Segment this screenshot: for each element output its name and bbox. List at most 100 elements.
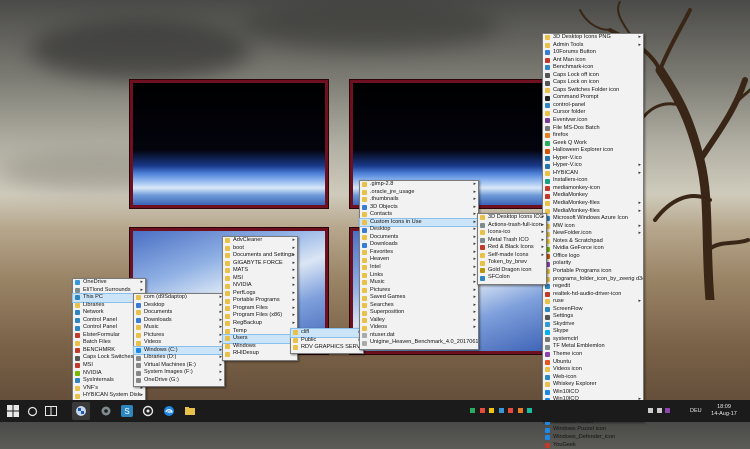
custom-icons-item[interactable]: realtek-hd-audio-driver-icon [543,291,643,299]
custom-icons-item[interactable]: Web-icon [543,374,643,382]
start-button[interactable] [5,403,21,419]
tray-icon-2[interactable] [479,408,485,413]
this-pc-item[interactable]: Desktop ▸ [134,302,224,310]
pinned-app-gear-icon[interactable] [98,403,114,419]
pinned-app-edge-icon[interactable] [161,403,177,419]
custom-icons-item[interactable]: regedit [543,283,643,291]
icons-in-use-item[interactable]: Token_by_brwv [478,259,546,267]
user-profile-item[interactable]: Intel ▸ [360,264,478,272]
custom-icons-item[interactable]: 3D Desktop Icons PNG ▸ [543,34,643,42]
custom-icons-item[interactable]: ruse ▸ [543,298,643,306]
custom-icons-item[interactable]: Halloween Explorer icon [543,147,643,155]
icons-in-use-item[interactable]: Icons-ico ▸ [478,229,546,237]
this-pc-item[interactable]: Virtual Machines (E:) ▸ [134,362,224,370]
custom-icons-item[interactable]: systemctrl [543,336,643,344]
custom-icons-item[interactable]: Hyper-V.ico [543,155,643,163]
clock[interactable]: 18:09 14-Aug-17 [706,404,742,418]
custom-icons-item[interactable]: Installers-icon [543,177,643,185]
this-pc-item[interactable]: Windows (C:) ▸ [133,345,225,356]
user-profile-item[interactable]: Heaven ▸ [360,256,478,264]
this-pc-item[interactable]: Videos ▸ [134,339,224,347]
user-profile-item[interactable]: .thumbnails ▸ [360,196,478,204]
custom-icons-item[interactable]: TF Metal Emblemlon [543,343,643,351]
task-view-icon[interactable] [43,403,59,419]
custom-icons-item[interactable]: 10Forums Button [543,49,643,57]
custom-icons-item[interactable]: Notes & Scratchpad [543,238,643,246]
c-drive-item[interactable]: Users▸ [222,334,298,344]
user-profile-item[interactable]: Pictures ▸ [360,287,478,295]
custom-icons-item[interactable]: ScreenFlow [543,306,643,314]
c-drive-item[interactable]: MSI ▸ [223,275,297,283]
custom-icons-item[interactable]: Theme icon [543,351,643,359]
user-profile-item[interactable]: .oracle_jre_usage ▸ [360,189,478,197]
user-profile-item[interactable]: Superposition ▸ [360,309,478,317]
custom-icons-item[interactable]: mediamonkey-icon [543,185,643,193]
custom-icons-item[interactable]: Skydrive [543,321,643,329]
volume-icon[interactable] [656,408,662,413]
tray-icon-3[interactable] [489,408,495,413]
custom-icons-item[interactable]: Ubuntu [543,359,643,367]
input-language[interactable]: DEU [690,408,702,414]
this-pc-item[interactable]: Downloads ▸ [134,317,224,325]
custom-icons-item[interactable]: Benchmark-icon [543,64,643,72]
c-drive-item[interactable]: Program Files ▸ [223,305,297,313]
tray-icon-7[interactable] [527,408,533,413]
custom-icons-item[interactable]: control-panel [543,102,643,110]
icons-in-use-item[interactable]: 3D Desktop Icons ICO ▸ [478,214,546,222]
custom-icons-item[interactable]: Caps Lock off icon [543,72,643,80]
this-pc-item[interactable]: Libraries (D:) ▸ [134,354,224,362]
custom-icons-item[interactable]: Settings [543,313,643,321]
icons-in-use-item[interactable]: Metal Trash ICO ▸ [478,237,546,245]
custom-icons-item[interactable]: Skype [543,328,643,336]
this-pc-item[interactable]: Pictures ▸ [134,332,224,340]
icons-in-use-item[interactable]: Self-made Icons ▸ [478,252,546,260]
custom-icons-item[interactable]: programs_folder_icon_by_zeerig d3e9sdj [543,276,643,284]
custom-icons-item[interactable]: MW icon ▸ [543,223,643,231]
users-item[interactable]: clifl▸ [290,328,364,338]
user-profile-item[interactable]: Documents ▸ [360,234,478,242]
custom-icons-item[interactable]: Win10ICO [543,389,643,397]
custom-icons-item[interactable]: Nvidia GeForce icon [543,245,643,253]
custom-icons-item[interactable]: Microsoft Windows Azure Icon [543,215,643,223]
user-profile-item[interactable]: Custom Icons in Use ▸ [359,217,479,228]
user-profile-item[interactable]: Downloads ▸ [360,241,478,249]
icons-in-use-item[interactable]: Gold Dragon icon [478,267,546,275]
c-drive-item[interactable]: Temp▸ [223,328,297,336]
user-profile-item[interactable]: Links ▸ [360,272,478,280]
user-profile-item[interactable]: Videos ▸ [360,324,478,332]
c-drive-item[interactable]: PerfLogs ▸ [223,290,297,298]
custom-icons-item[interactable]: Portable Programs icon [543,268,643,276]
custom-icons-item[interactable]: MediaMonkey [543,192,643,200]
tray-icon-6[interactable] [517,408,523,413]
custom-icons-item[interactable]: NewFolder.icon ▸ [543,230,643,238]
c-drive-item[interactable]: Program Files (x86) ▸ [223,312,297,320]
users-item[interactable]: Public▸ [291,337,363,345]
custom-icons-item[interactable]: Ant Man icon [543,57,643,65]
custom-icons-item[interactable]: Office logo [543,253,643,261]
user-profile-item[interactable]: Saved Games ▸ [360,294,478,302]
tray-extra-icon[interactable] [665,408,671,413]
this-pc-item[interactable]: com (d9Sdaptop) ▸ [134,294,224,302]
pinned-app-skype-icon[interactable]: S [119,403,135,419]
c-drive-item[interactable]: boot ▸ [223,245,297,253]
users-item[interactable]: RDV GRAPHICS SERVICE [291,344,363,352]
icons-in-use-item[interactable]: Red & Black Icons ▸ [478,244,546,252]
tray-icon-1[interactable] [470,408,475,413]
custom-icons-item[interactable]: Caps Lock on icon [543,79,643,87]
tray-icon-4[interactable] [498,408,504,413]
custom-icons-item[interactable]: Admin Tools ▸ [543,42,643,50]
start-menu-item[interactable]: HYBICAN System Disk ▸ [73,392,145,400]
user-profile-item[interactable]: Unigine_Heaven_Benchmark_4.0_20170617_14… [360,339,478,347]
c-drive-item[interactable]: RHIDesup▸ [223,350,297,358]
custom-icons-item[interactable]: firefox [543,132,643,140]
c-drive-item[interactable]: AdvCleaner ▸ [223,237,297,245]
custom-icons-item[interactable]: Command Prompt [543,94,643,102]
custom-icons-item[interactable]: MediaMonkey-files ▸ [543,200,643,208]
icons-in-use-item[interactable]: Actions-trash-full-icon ▸ [478,222,546,230]
custom-icons-item[interactable]: Whiskey Explorer [543,381,643,389]
custom-icons-item[interactable]: Windows_Defender_icon [543,434,643,442]
c-drive-item[interactable]: Documents and Settings ▸ [223,252,297,260]
custom-icons-item[interactable]: Cursor folder [543,109,643,117]
icons-in-use-item[interactable]: SFColon [478,274,546,282]
custom-icons-item[interactable]: MediaMonkey-files ▸ [543,208,643,216]
